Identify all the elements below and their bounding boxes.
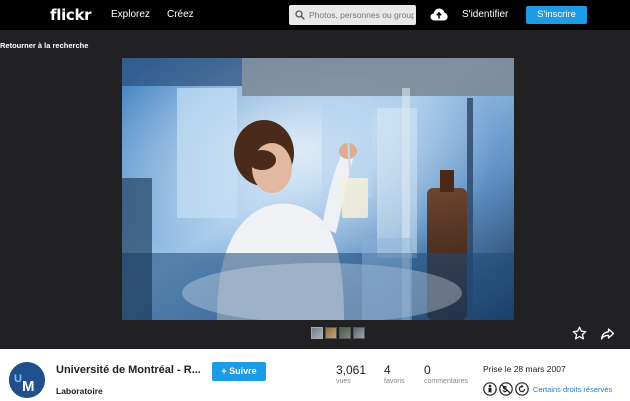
lab-photo-image (122, 58, 514, 320)
cc-nc-icon: $ (499, 382, 513, 396)
date-taken: Prise le 28 mars 2007 (483, 364, 566, 374)
views-label: vues (336, 378, 351, 385)
signup-button[interactable]: S'inscrire (526, 6, 587, 24)
star-icon[interactable] (572, 326, 587, 341)
svg-text:U: U (14, 373, 22, 385)
views-count: 3,061 (336, 363, 367, 377)
photo-title: Laboratoire (56, 386, 103, 396)
views-stat: 3,061 vues (336, 363, 366, 385)
photo-info-bar: U M Université de Montréal - R... + Suiv… (0, 349, 630, 401)
comments-stat: 0 commentaires (424, 363, 468, 385)
cc-by-icon (483, 382, 497, 396)
license-icons[interactable]: $ (483, 382, 529, 396)
search-input[interactable] (309, 5, 414, 25)
photo-thumbnails (311, 327, 365, 339)
search-icon (295, 10, 305, 20)
signin-link[interactable]: S'identifier (462, 9, 508, 20)
top-nav: flickr Explorez Créez S'identifier S'ins… (0, 0, 630, 30)
nav-explore[interactable]: Explorez (111, 9, 150, 20)
flickr-logo[interactable]: flickr (50, 6, 92, 24)
license-link[interactable]: Certains droits réservés (533, 385, 612, 394)
cc-sa-icon (515, 382, 529, 396)
upload-cloud-icon[interactable] (430, 7, 448, 22)
comments-label: commentaires (424, 378, 468, 385)
thumbnail-4[interactable] (353, 327, 365, 339)
udem-logo-icon: U M (9, 362, 45, 398)
faves-count: 4 (384, 363, 391, 377)
faves-label: favoris (384, 378, 405, 385)
comments-count: 0 (424, 363, 431, 377)
thumbnail-2[interactable] (325, 327, 337, 339)
svg-text:M: M (22, 378, 35, 395)
thumbnail-1[interactable] (311, 327, 323, 339)
faves-stat: 4 favoris (384, 363, 405, 385)
back-to-search-link[interactable]: Retourner à la recherche (0, 41, 88, 50)
owner-name[interactable]: Université de Montréal - R... (56, 364, 201, 376)
share-icon[interactable] (600, 327, 615, 341)
owner-avatar[interactable]: U M (9, 362, 45, 398)
search-box[interactable] (289, 5, 416, 25)
nav-create[interactable]: Créez (167, 9, 194, 20)
main-photo[interactable] (122, 58, 514, 320)
thumbnail-3[interactable] (339, 327, 351, 339)
follow-button[interactable]: + Suivre (212, 362, 266, 381)
